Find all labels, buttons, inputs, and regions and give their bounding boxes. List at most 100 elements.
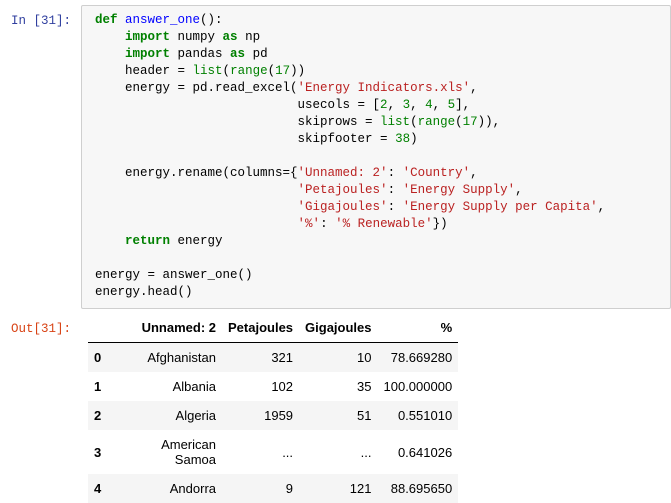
- code-line[interactable]: skipfooter = 38): [95, 131, 670, 148]
- table-cell: 78.669280: [378, 343, 459, 373]
- code-token: :: [388, 166, 403, 180]
- row-index: 0: [88, 343, 113, 373]
- code-line[interactable]: '%': '% Renewable'}): [95, 216, 670, 233]
- code-token: answer_one: [125, 13, 200, 27]
- code-token: ,: [598, 200, 606, 214]
- code-token: return: [125, 234, 170, 248]
- code-token: (: [455, 115, 463, 129]
- code-token: list: [380, 115, 410, 129]
- code-token: pd: [245, 47, 268, 61]
- code-token: energy.head(): [95, 285, 193, 299]
- table-row: 0Afghanistan3211078.669280: [88, 343, 458, 373]
- code-line[interactable]: header = list(range(17)): [95, 63, 670, 80]
- dataframe-table: Unnamed: 2PetajoulesGigajoules% 0Afghani…: [88, 313, 458, 503]
- row-index: 1: [88, 372, 113, 401]
- code-line[interactable]: 'Petajoules': 'Energy Supply',: [95, 182, 670, 199]
- code-line[interactable]: import pandas as pd: [95, 46, 670, 63]
- code-token: skiprows =: [95, 115, 380, 129]
- code-token: pandas: [170, 47, 230, 61]
- output-area: Unnamed: 2PetajoulesGigajoules% 0Afghani…: [81, 313, 671, 503]
- code-token: )): [290, 64, 305, 78]
- table-cell: 10: [299, 343, 377, 373]
- table-cell: Albania: [113, 372, 222, 401]
- code-token: as: [230, 47, 245, 61]
- code-token: :: [388, 200, 403, 214]
- code-token: (: [223, 64, 231, 78]
- code-line[interactable]: energy = answer_one(): [95, 267, 670, 284]
- code-token: list: [193, 64, 223, 78]
- code-token: ],: [455, 98, 470, 112]
- code-token: [95, 217, 298, 231]
- code-line[interactable]: usecols = [2, 3, 4, 5],: [95, 97, 670, 114]
- code-token: energy.rename(columns={: [95, 166, 298, 180]
- table-row: 2Algeria1959510.551010: [88, 401, 458, 430]
- table-cell: Andorra: [113, 474, 222, 503]
- code-line[interactable]: return energy: [95, 233, 670, 250]
- table-cell: 1959: [222, 401, 299, 430]
- code-token: energy: [170, 234, 223, 248]
- code-token: skipfooter =: [95, 132, 395, 146]
- code-token: 4: [425, 98, 433, 112]
- code-token: ,: [515, 183, 523, 197]
- code-token: ():: [200, 13, 223, 27]
- row-index: 4: [88, 474, 113, 503]
- code-token: [118, 13, 126, 27]
- column-header: %: [378, 313, 459, 343]
- table-row: 1Albania10235100.000000: [88, 372, 458, 401]
- code-token: ,: [433, 98, 448, 112]
- code-token: (: [410, 115, 418, 129]
- code-token: [95, 234, 125, 248]
- table-cell: ...: [299, 430, 377, 474]
- code-token: ): [410, 132, 418, 146]
- code-line[interactable]: [95, 148, 670, 165]
- table-row: 4Andorra912188.695650: [88, 474, 458, 503]
- code-line[interactable]: [95, 250, 670, 267]
- code-token: 2: [380, 98, 388, 112]
- code-token: 17: [463, 115, 478, 129]
- code-token: ,: [388, 98, 403, 112]
- code-token: [95, 200, 298, 214]
- code-line[interactable]: energy.rename(columns={'Unnamed: 2': 'Co…: [95, 165, 670, 182]
- code-token: [95, 30, 125, 44]
- row-index: 3: [88, 430, 113, 474]
- code-content[interactable]: def answer_one(): import numpy as np imp…: [95, 12, 670, 301]
- code-token: 'Energy Indicators.xls': [298, 81, 471, 95]
- table-cell: 0.551010: [378, 401, 459, 430]
- code-token: :: [388, 183, 403, 197]
- code-token: header =: [95, 64, 193, 78]
- code-token: as: [223, 30, 238, 44]
- code-token: ,: [470, 166, 478, 180]
- table-cell: 51: [299, 401, 377, 430]
- table-cell: 88.695650: [378, 474, 459, 503]
- code-token: ,: [410, 98, 425, 112]
- table-cell: 100.000000: [378, 372, 459, 401]
- code-line[interactable]: skiprows = list(range(17)),: [95, 114, 670, 131]
- code-token: '% Renewable': [335, 217, 433, 231]
- code-line[interactable]: energy.head(): [95, 284, 670, 301]
- code-line[interactable]: def answer_one():: [95, 12, 670, 29]
- code-token: 'Petajoules': [298, 183, 388, 197]
- table-cell: 35: [299, 372, 377, 401]
- code-token: range: [230, 64, 268, 78]
- column-header: Petajoules: [222, 313, 299, 343]
- code-token: '%': [298, 217, 321, 231]
- code-token: [95, 47, 125, 61]
- table-cell: 0.641026: [378, 430, 459, 474]
- code-line[interactable]: energy = pd.read_excel('Energy Indicator…: [95, 80, 670, 97]
- table-cell: Afghanistan: [113, 343, 222, 373]
- code-editor[interactable]: def answer_one(): import numpy as np imp…: [81, 5, 671, 309]
- table-cell: Algeria: [113, 401, 222, 430]
- code-line[interactable]: 'Gigajoules': 'Energy Supply per Capita'…: [95, 199, 670, 216]
- table-header-row: Unnamed: 2PetajoulesGigajoules%: [88, 313, 458, 343]
- input-prompt: In [31]:: [0, 5, 81, 28]
- output-cell: Out[31]: Unnamed: 2PetajoulesGigajoules%…: [0, 313, 671, 503]
- code-token: 'Unnamed: 2': [298, 166, 388, 180]
- code-token: ,: [470, 81, 478, 95]
- code-token: 17: [275, 64, 290, 78]
- code-line[interactable]: import numpy as np: [95, 29, 670, 46]
- code-token: range: [418, 115, 456, 129]
- code-token: 'Country': [403, 166, 471, 180]
- output-prompt: Out[31]:: [0, 313, 81, 336]
- code-token: 'Energy Supply per Capita': [403, 200, 598, 214]
- column-header: Unnamed: 2: [113, 313, 222, 343]
